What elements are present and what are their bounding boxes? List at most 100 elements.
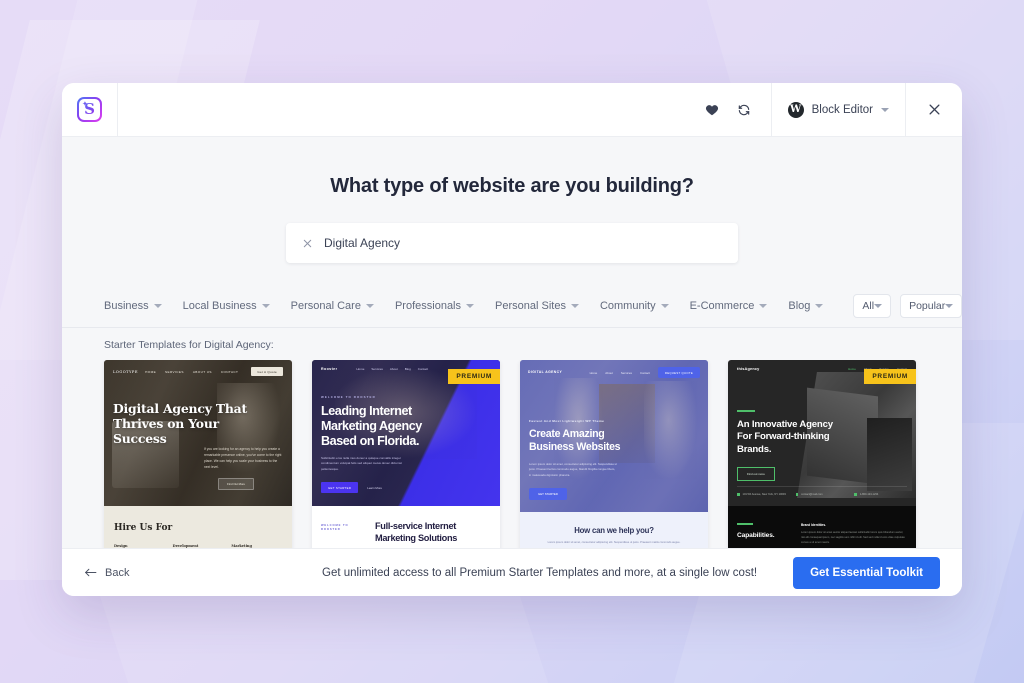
back-button-label: Back [105, 566, 130, 579]
thumbnail-subtext: Sollicitudin eros nulla mus donec a quis… [321, 455, 402, 472]
sparkle-icon: ✦ [82, 101, 88, 108]
thumbnail-logo: Rooster [321, 367, 338, 371]
nav-link: Blog [404, 367, 411, 371]
thumbnail-link: Learn More [367, 485, 383, 490]
thumbnail-column: Marketing With researched digital market… [231, 544, 282, 548]
modal-footer: Back Get unlimited access to all Premium… [62, 548, 962, 596]
thumbnail-heading: An Innovative Agency For Forward-thinkin… [737, 418, 833, 456]
category-filter-bar: Business Local Business Personal Care Pr… [62, 294, 962, 328]
thumbnail-nav: DIGITAL AGENCY Home About Services Conta… [520, 360, 708, 385]
filter-blog[interactable]: Blog [788, 300, 824, 312]
nav-link: Services [620, 370, 632, 375]
editor-selector[interactable]: W Block Editor [772, 83, 906, 136]
filter-business[interactable]: Business [104, 300, 162, 312]
template-card[interactable]: PREMIUM thisAgency Home About Service [728, 360, 916, 548]
chevron-down-icon [570, 304, 579, 308]
phone-icon [854, 493, 857, 496]
search-row [62, 223, 962, 263]
results-label: Starter Templates for Digital Agency: [104, 339, 274, 351]
heart-icon[interactable] [705, 103, 719, 117]
close-button[interactable] [906, 83, 962, 136]
filter-community[interactable]: Community [600, 300, 669, 312]
editor-selector-label: Block Editor [811, 103, 873, 116]
template-thumbnail: thisAgency Home About Service Contact An… [728, 360, 916, 548]
thumbnail-logo: thisAgency [737, 367, 760, 371]
template-grid: LOGOTYPE HOME SERVICES ABOUT US CONTACT … [62, 360, 962, 548]
header-spacer [118, 83, 685, 136]
chevron-down-icon [660, 304, 669, 308]
type-select[interactable]: All [853, 294, 892, 318]
thumbnail-section: Capabilities. Brand Identities. Lorem ip… [728, 506, 916, 548]
thumbnail-eyebrow: WELCOME TO ROOSTER [321, 395, 376, 399]
filter-label: Personal Sites [495, 300, 566, 312]
template-card[interactable]: LOGOTYPE HOME SERVICES ABOUT US CONTACT … [104, 360, 292, 548]
nav-link: Services [371, 367, 383, 371]
thumbnail-section-heading: Full-service Internet Marketing Solution… [375, 521, 458, 543]
hero-photo-overlay-2 [644, 381, 697, 479]
filter-professionals[interactable]: Professionals [395, 300, 475, 312]
search-box[interactable] [286, 223, 738, 263]
app-logo[interactable]: ✦ S [62, 83, 118, 136]
hero-accent-rule [737, 410, 755, 412]
chevron-down-icon [153, 304, 162, 308]
filter-local-business[interactable]: Local Business [183, 300, 270, 312]
chevron-down-icon [815, 304, 824, 308]
template-card[interactable]: PREMIUM Rooster Home Services About Blog [312, 360, 500, 548]
filter-label: Business [104, 300, 149, 312]
thumbnail-nav-links: Home Services About Blog Contact [356, 367, 428, 371]
thumbnail-section-heading: How can we help you? [574, 526, 654, 535]
template-card[interactable]: DIGITAL AGENCY Home About Services Conta… [520, 360, 708, 548]
nav-link: ABOUT US [192, 369, 212, 374]
filter-personal-care[interactable]: Personal Care [291, 300, 374, 312]
thumbnail-columns: Design Our web design team has ample yea… [114, 544, 282, 548]
thumbnail-eyebrow: Fastest And Most Lightweight WP Theme [529, 419, 605, 423]
meta-text: contact@mail.com [801, 493, 823, 496]
thumbnail-nav-button: Get A Quote [251, 367, 283, 376]
nav-link: Contact [417, 367, 429, 371]
thumbnail-subtext: If you are looking for an agency to help… [204, 447, 282, 470]
meta-text: 101 5th Avenue, New York, NY 10003 [742, 493, 786, 496]
nav-link: Home [356, 367, 365, 371]
thumbnail-nav-links: HOME SERVICES ABOUT US CONTACT [145, 370, 238, 374]
thumbnail-column: Design Our web design team has ample yea… [114, 544, 165, 548]
meta-text: 1-800-123-1234 [859, 493, 879, 496]
thumbnail-logo: DIGITAL AGENCY [528, 369, 563, 374]
thumbnail-heading: Leading Internet Marketing Agency Based … [321, 404, 422, 448]
filter-label: Blog [788, 300, 811, 312]
thumbnail-section-body: Lorem ipsum dolor sit amet, consectetur … [547, 541, 681, 544]
nav-link: About [605, 370, 613, 375]
wordpress-icon: W [787, 101, 804, 118]
get-essential-toolkit-button[interactable]: Get Essential Toolkit [793, 556, 940, 589]
hero-building-shape-3 [867, 418, 913, 492]
thumbnail-section-heading: Capabilities. [737, 531, 775, 539]
thumbnail-section: How can we help you? Lorem ipsum dolor s… [520, 512, 708, 548]
thumbnail-pill: Find Out More [218, 478, 254, 490]
search-input[interactable] [324, 236, 722, 250]
filter-personal-sites[interactable]: Personal Sites [495, 300, 579, 312]
refresh-icon[interactable] [737, 103, 751, 117]
thumbnail-heading: Digital Agency That Thrives on Your Succ… [113, 401, 248, 447]
filter-ecommerce[interactable]: E-Commerce [690, 300, 768, 312]
template-thumbnail: LOGOTYPE HOME SERVICES ABOUT US CONTACT … [104, 360, 292, 548]
sort-select-value: Popular [909, 300, 946, 312]
back-button[interactable]: Back [84, 567, 129, 579]
nav-link: Home [589, 370, 598, 375]
filter-label: E-Commerce [689, 300, 755, 312]
chevron-down-icon [365, 304, 374, 308]
search-clear-icon[interactable] [302, 238, 313, 249]
location-icon [737, 493, 740, 496]
section-eyebrow-col: WELCOME TO ROOSTER [321, 521, 367, 548]
block-body: Lorem ipsum dolor sit amet auctor alique… [801, 531, 905, 545]
modal-body: What type of website are you building? B… [62, 137, 962, 548]
thumbnail-column: Development Leading-end to custom implem… [173, 544, 224, 548]
section-blocks: Brand Identities. Lorem ipsum dolor sit … [801, 523, 906, 548]
mail-icon [795, 493, 799, 496]
template-thumbnail: DIGITAL AGENCY Home About Services Conta… [520, 360, 708, 548]
thumbnail-section-heading: Hire Us For [114, 523, 173, 533]
sort-select[interactable]: Popular [900, 294, 962, 318]
chevron-down-icon [261, 304, 270, 308]
column-title: Design [114, 544, 128, 548]
filter-label: Local Business [182, 300, 257, 312]
thumbnail-meta-row: 101 5th Avenue, New York, NY 10003 conta… [737, 486, 907, 496]
nav-link: About [389, 367, 398, 371]
